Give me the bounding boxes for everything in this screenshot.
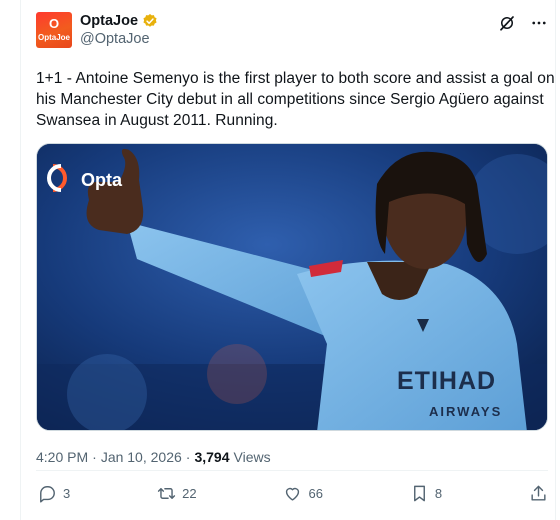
author-block: OptaJoe @OptaJoe [80, 12, 158, 48]
avatar-word: OptaJoe [37, 33, 70, 42]
share-icon [531, 485, 546, 501]
tweet-action-bar: 3 22 66 8 [38, 484, 548, 503]
tweet-text: 1+1 - Antoine Semenyo is the first playe… [36, 70, 555, 129]
tweet-date[interactable]: Jan 10, 2026 [101, 449, 182, 465]
display-name[interactable]: OptaJoe [80, 12, 138, 30]
repost-icon [157, 488, 176, 499]
share-button[interactable] [529, 484, 548, 503]
meta-separator: · [92, 449, 97, 465]
more-options-icon[interactable] [530, 14, 548, 32]
tweet-meta: 4:20 PM · Jan 10, 2026 · 3,794 Views [36, 449, 548, 465]
meta-separator: · [185, 449, 191, 465]
bookmark-button[interactable]: 8 [410, 484, 442, 503]
shirt-sponsor: ETIHAD [397, 367, 496, 395]
reply-icon [40, 486, 55, 503]
tweet-top-actions [498, 12, 548, 32]
avatar-glyph: O [48, 16, 60, 31]
tweet-card: O OptaJoe OptaJoe @OptaJoe 1+1 - Antoine… [36, 12, 555, 465]
tweet-time[interactable]: 4:20 PM [36, 449, 88, 465]
bookmark-count: 8 [434, 486, 443, 501]
timeline-left-border [20, 0, 21, 520]
tweet-media-photo[interactable]: ETIHAD AIRWAYS Opta [36, 143, 548, 431]
heart-icon [286, 487, 300, 501]
avatar[interactable]: O OptaJoe [36, 12, 72, 48]
views-count: 3,794 [194, 449, 230, 465]
verified-badge-icon[interactable] [142, 13, 158, 29]
views-label: Views [233, 449, 271, 465]
like-button[interactable]: 66 [283, 484, 323, 503]
player-photo: ETIHAD AIRWAYS Opta [37, 144, 547, 430]
handle[interactable]: @OptaJoe [80, 30, 158, 48]
tweet-header: O OptaJoe OptaJoe @OptaJoe [36, 12, 548, 56]
bookmark-icon [413, 485, 425, 502]
reply-button[interactable]: 3 [38, 484, 70, 503]
repost-count: 22 [182, 486, 197, 501]
shirt-sponsor-sub: AIRWAYS [429, 404, 502, 419]
opta-watermark: Opta [81, 170, 123, 190]
like-count: 66 [308, 486, 323, 501]
grok-icon[interactable] [498, 14, 516, 32]
actions-divider [36, 470, 548, 471]
reply-count: 3 [63, 486, 71, 501]
repost-button[interactable]: 22 [157, 484, 197, 503]
